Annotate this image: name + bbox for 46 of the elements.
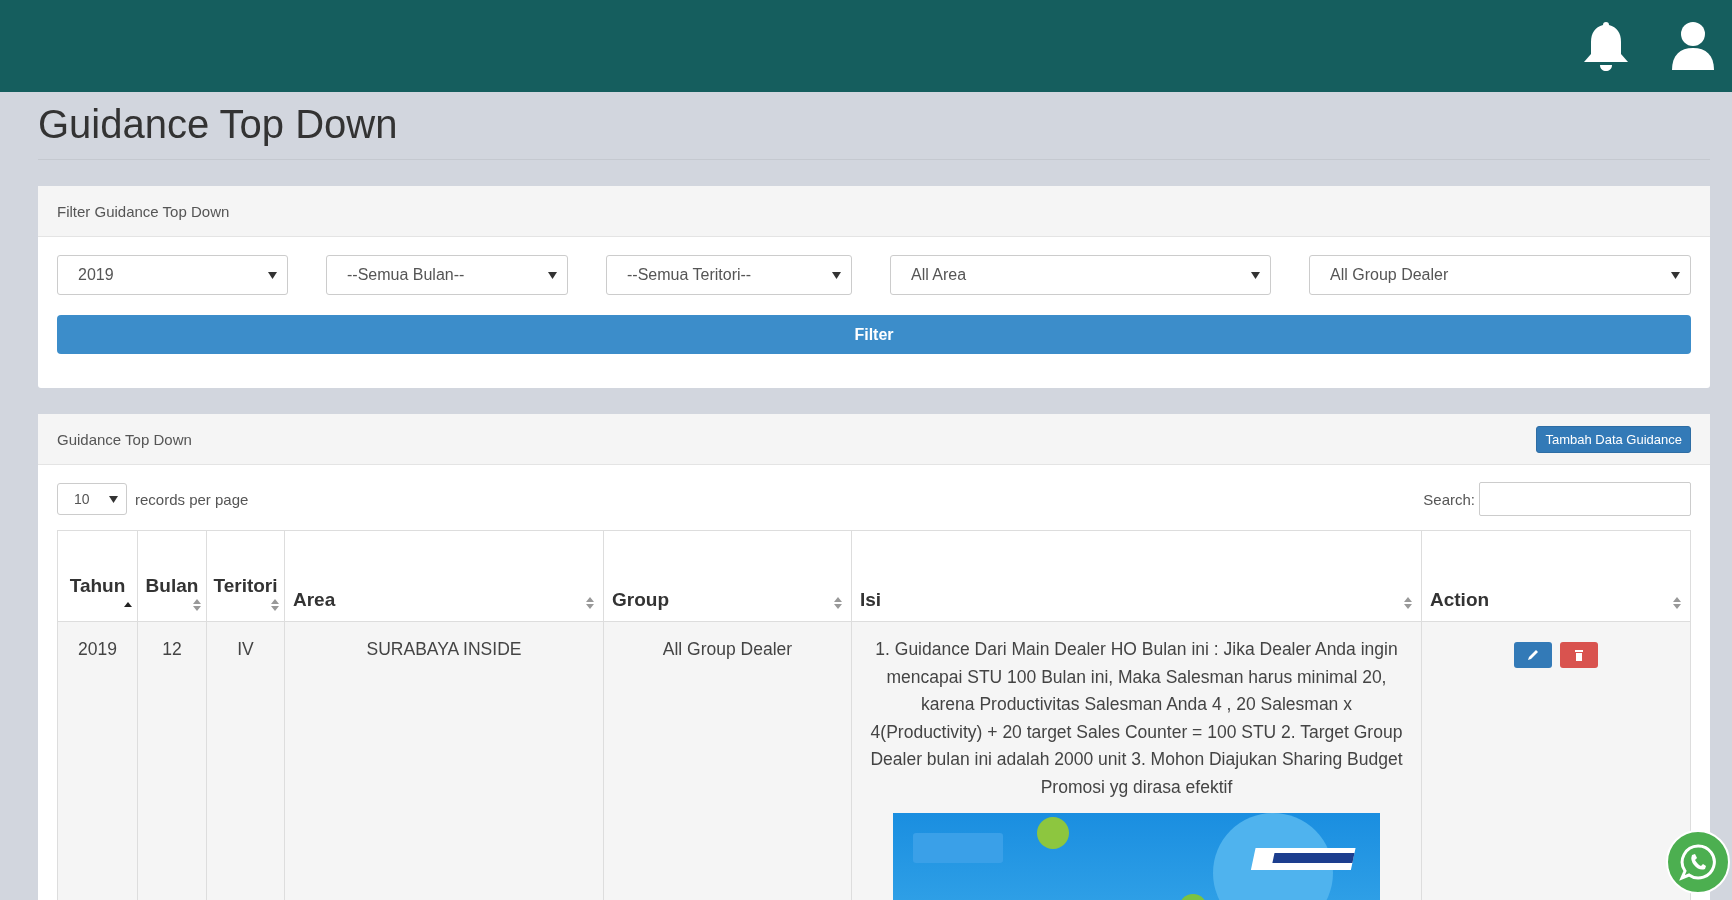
dropdown[interactable]: --Semua Bulan--: [326, 255, 568, 295]
dropdown[interactable]: All Area: [890, 255, 1271, 295]
trash-icon: [1574, 648, 1584, 662]
sort-icon[interactable]: [585, 595, 595, 611]
search-field[interactable]: [1479, 482, 1691, 516]
panel-heading: Filter Guidance Top Down: [57, 202, 230, 220]
caret-icon: [268, 271, 277, 279]
caret-icon: [548, 271, 557, 279]
dropdown[interactable]: All Group Dealer: [1309, 255, 1691, 295]
table-cell: All Group Dealer: [662, 639, 793, 659]
column-header[interactable]: Bulan: [145, 575, 199, 597]
column-header[interactable]: Teritori: [213, 575, 278, 597]
caret-icon: [1251, 271, 1260, 279]
caret-icon: [1671, 271, 1680, 279]
sort-icon[interactable]: [270, 597, 280, 613]
column-header[interactable]: Isi: [860, 589, 882, 611]
sort-icon[interactable]: [192, 597, 202, 613]
table-cell: 2019: [78, 639, 117, 659]
sort-icon[interactable]: [833, 595, 843, 611]
guidance-text: 1. Guidance Dari Main Dealer HO Bulan ini : Jika Dealer Anda ingin mencapai STU 100 Bulan ini, Maka Salesman harus minimal 20, karena Productivitas Salesman Anda 4 , 20 Salesman x 4(Productivity) + 20 target Sales Counter = 100 STU 2. Target Group Dealer bulan ini adalah 2000 unit 3. Mohon Diajukan Sharing Budget Promosi yg dirasa efektif: [869, 638, 1404, 799]
filter-button[interactable]: Filter: [57, 315, 1691, 354]
table-cell: IV: [237, 639, 254, 659]
sort-icon[interactable]: [1672, 595, 1682, 611]
add-button[interactable]: Tambah Data Guidance: [1536, 425, 1691, 453]
page-size-label: records per page: [135, 490, 249, 508]
caret-icon: [832, 271, 841, 279]
dropdown[interactable]: 2019: [57, 255, 288, 295]
delete-button[interactable]: [1560, 642, 1598, 668]
table-cell: SURABAYA INSIDE: [366, 639, 522, 659]
edit-button[interactable]: [1514, 642, 1552, 668]
notification-bell-icon[interactable]: [1582, 20, 1630, 72]
phone-bubble-icon: [1679, 843, 1717, 881]
panel-heading: Guidance Top Down: [57, 430, 192, 448]
search-label: Search:: [1423, 490, 1475, 508]
pencil-icon: [1526, 648, 1540, 662]
caret-icon: [109, 495, 118, 503]
page-title: Guidance Top Down: [38, 92, 1710, 160]
column-header[interactable]: Tahun: [69, 575, 126, 597]
user-icon[interactable]: [1670, 21, 1716, 71]
column-header[interactable]: Group: [612, 589, 669, 611]
sort-icon[interactable]: [1403, 595, 1413, 611]
table-cell: 12: [162, 639, 182, 659]
dropdown[interactable]: --Semua Teritori--: [606, 255, 852, 295]
column-header[interactable]: Action: [1430, 589, 1490, 611]
column-header[interactable]: Area: [293, 589, 336, 611]
page-size-dropdown[interactable]: 10: [57, 483, 127, 515]
